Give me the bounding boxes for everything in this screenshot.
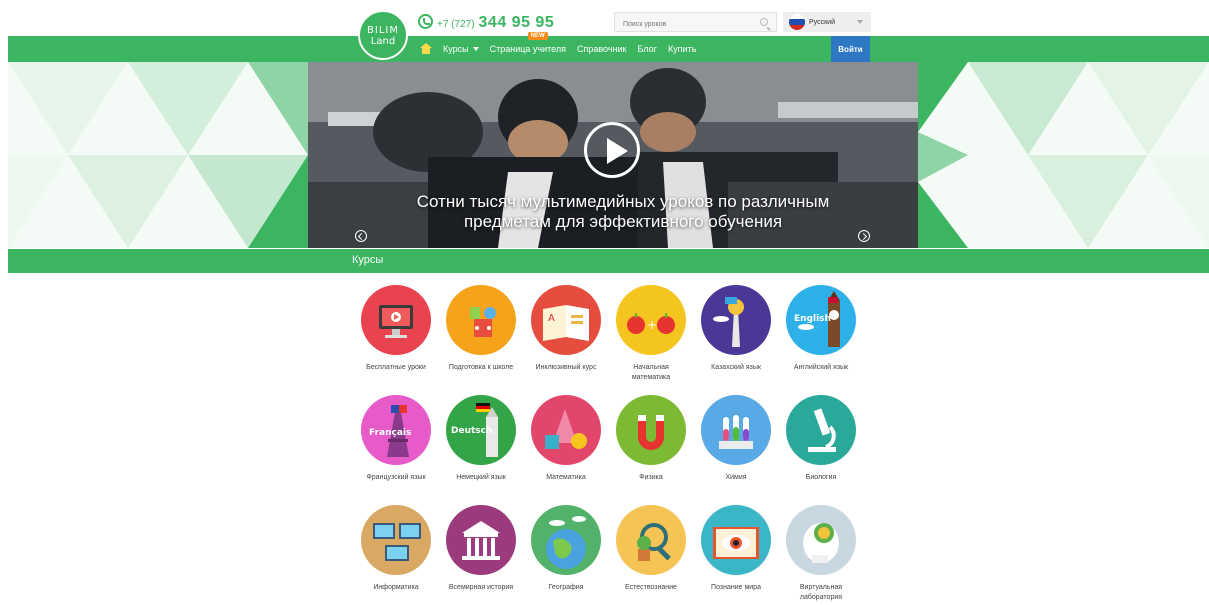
- hero-title-line2: предметам для эффективного обучения: [463, 212, 783, 231]
- logo-line1: BILIM: [367, 25, 399, 36]
- course-card[interactable]: Математика: [531, 395, 601, 500]
- home-icon[interactable]: [420, 43, 432, 55]
- language-label: Русский: [809, 18, 835, 26]
- course-label[interactable]: Казахский язык: [691, 363, 781, 373]
- german-tower-icon[interactable]: Deutsch: [446, 395, 516, 465]
- nav-item-reference[interactable]: Справочник: [577, 44, 627, 54]
- nav-item-teacher-page[interactable]: NEW Страница учителя: [489, 32, 566, 54]
- phone-code: +7 (727): [437, 19, 475, 30]
- book-icon[interactable]: A: [531, 285, 601, 355]
- course-label[interactable]: Всемирная история: [436, 583, 526, 593]
- course-card[interactable]: English Английский язык: [786, 285, 856, 390]
- phone-icon: [418, 14, 433, 29]
- search-input[interactable]: [615, 15, 750, 34]
- eye-book-icon[interactable]: [701, 505, 771, 575]
- course-label[interactable]: Французский язык: [351, 473, 441, 483]
- russian-flag-icon: [789, 14, 805, 30]
- course-label[interactable]: География: [521, 583, 611, 593]
- nav-item-label: Страница учителя: [489, 44, 566, 54]
- slider-next-arrow-icon[interactable]: [858, 230, 870, 242]
- course-card[interactable]: A Инклюзивный курс: [531, 285, 601, 390]
- slider-prev-arrow-icon[interactable]: [355, 230, 367, 242]
- login-button[interactable]: Войти: [831, 36, 870, 62]
- phone-number: 344 95 95: [478, 14, 555, 31]
- course-grid: Бесплатные уроки Подготовка к школе A Инклю…: [361, 285, 869, 605]
- course-card[interactable]: Бесплатные уроки: [361, 285, 431, 390]
- svg-text:English: English: [794, 314, 831, 324]
- svg-text:A: A: [548, 313, 555, 324]
- baiterek-icon[interactable]: [701, 285, 771, 355]
- nav-item-label: Курсы: [443, 44, 469, 54]
- course-label[interactable]: Физика: [606, 473, 696, 483]
- course-card[interactable]: Всемирная история: [446, 505, 516, 605]
- magnifier-plant-icon[interactable]: [616, 505, 686, 575]
- course-label[interactable]: Инклюзивный курс: [521, 363, 611, 373]
- course-card[interactable]: Биология: [786, 395, 856, 500]
- course-label[interactable]: Химия: [691, 473, 781, 483]
- course-card[interactable]: + Начальная математика: [616, 285, 686, 390]
- courses-section-title: Курсы: [352, 254, 384, 266]
- shapes-icon[interactable]: [531, 395, 601, 465]
- course-label[interactable]: Информатика: [351, 583, 441, 593]
- magnet-icon[interactable]: [616, 395, 686, 465]
- toys-icon[interactable]: [446, 285, 516, 355]
- course-card[interactable]: Познание мира: [701, 505, 771, 605]
- course-label[interactable]: Бесплатные уроки: [351, 363, 441, 373]
- microscope-icon[interactable]: [786, 395, 856, 465]
- brain-lab-icon[interactable]: [786, 505, 856, 575]
- chevron-down-icon: [857, 20, 863, 24]
- course-card[interactable]: География: [531, 505, 601, 605]
- svg-text:Deutsch: Deutsch: [451, 426, 492, 436]
- course-label[interactable]: Английский язык: [776, 363, 866, 373]
- course-label[interactable]: Математика: [521, 473, 611, 483]
- caret-down-icon: [472, 47, 479, 51]
- course-card[interactable]: Français Французский язык: [361, 395, 431, 500]
- course-card[interactable]: Казахский язык: [701, 285, 771, 390]
- course-card[interactable]: Deutsch Немецкий язык: [446, 395, 516, 500]
- nav-item-buy[interactable]: Купить: [668, 44, 696, 54]
- nav-item-blog[interactable]: Блог: [637, 44, 656, 54]
- phone-contact[interactable]: +7 (727) 344 95 95: [418, 12, 554, 32]
- course-label[interactable]: Биология: [776, 473, 866, 483]
- monitor-icon[interactable]: [361, 285, 431, 355]
- course-card[interactable]: Физика: [616, 395, 686, 500]
- language-select[interactable]: Русский: [783, 12, 871, 32]
- course-card[interactable]: Виртуальная лаборатория: [786, 505, 856, 605]
- temple-icon[interactable]: [446, 505, 516, 575]
- hero-title: Сотни тысяч мультимедийных уроков по раз…: [378, 192, 868, 232]
- eiffel-tower-icon[interactable]: Français: [361, 395, 431, 465]
- search-box: [614, 12, 777, 34]
- course-card[interactable]: Естествознание: [616, 505, 686, 605]
- course-card[interactable]: Подготовка к школе: [446, 285, 516, 390]
- top-header: [0, 0, 1209, 36]
- test-tubes-icon[interactable]: [701, 395, 771, 465]
- course-label[interactable]: Виртуальная лаборатория: [790, 583, 852, 603]
- course-card[interactable]: Химия: [701, 395, 771, 500]
- bilimland-logo[interactable]: BILIM Land: [358, 10, 408, 60]
- course-label[interactable]: Немецкий язык: [436, 473, 526, 483]
- course-card[interactable]: Информатика: [361, 505, 431, 605]
- globe-icon[interactable]: [531, 505, 601, 575]
- course-label[interactable]: Познание мира: [691, 583, 781, 593]
- main-navbar: Курсы NEW Страница учителя Справочник Бло…: [8, 32, 1209, 62]
- apples-icon[interactable]: +: [616, 285, 686, 355]
- big-ben-icon[interactable]: English: [786, 285, 856, 355]
- computers-icon[interactable]: [361, 505, 431, 575]
- course-label[interactable]: Начальная математика: [620, 363, 682, 383]
- course-label[interactable]: Подготовка к школе: [436, 363, 526, 373]
- search-icon[interactable]: [760, 18, 768, 26]
- play-video-button[interactable]: [584, 122, 640, 178]
- logo-line2: Land: [370, 36, 396, 47]
- new-badge: NEW: [527, 32, 548, 40]
- course-label[interactable]: Естествознание: [606, 583, 696, 593]
- hero-slider: Сотни тысяч мультимедийных уроков по раз…: [8, 62, 1209, 248]
- nav-item-courses[interactable]: Курсы: [443, 44, 479, 54]
- hero-title-line1: Сотни тысяч мультимедийных уроков по раз…: [416, 192, 830, 211]
- courses-section-header: Курсы: [8, 249, 1209, 273]
- svg-text:Français: Français: [369, 428, 411, 438]
- svg-text:+: +: [647, 318, 657, 332]
- nav-menu: Курсы NEW Страница учителя Справочник Бло…: [420, 32, 696, 62]
